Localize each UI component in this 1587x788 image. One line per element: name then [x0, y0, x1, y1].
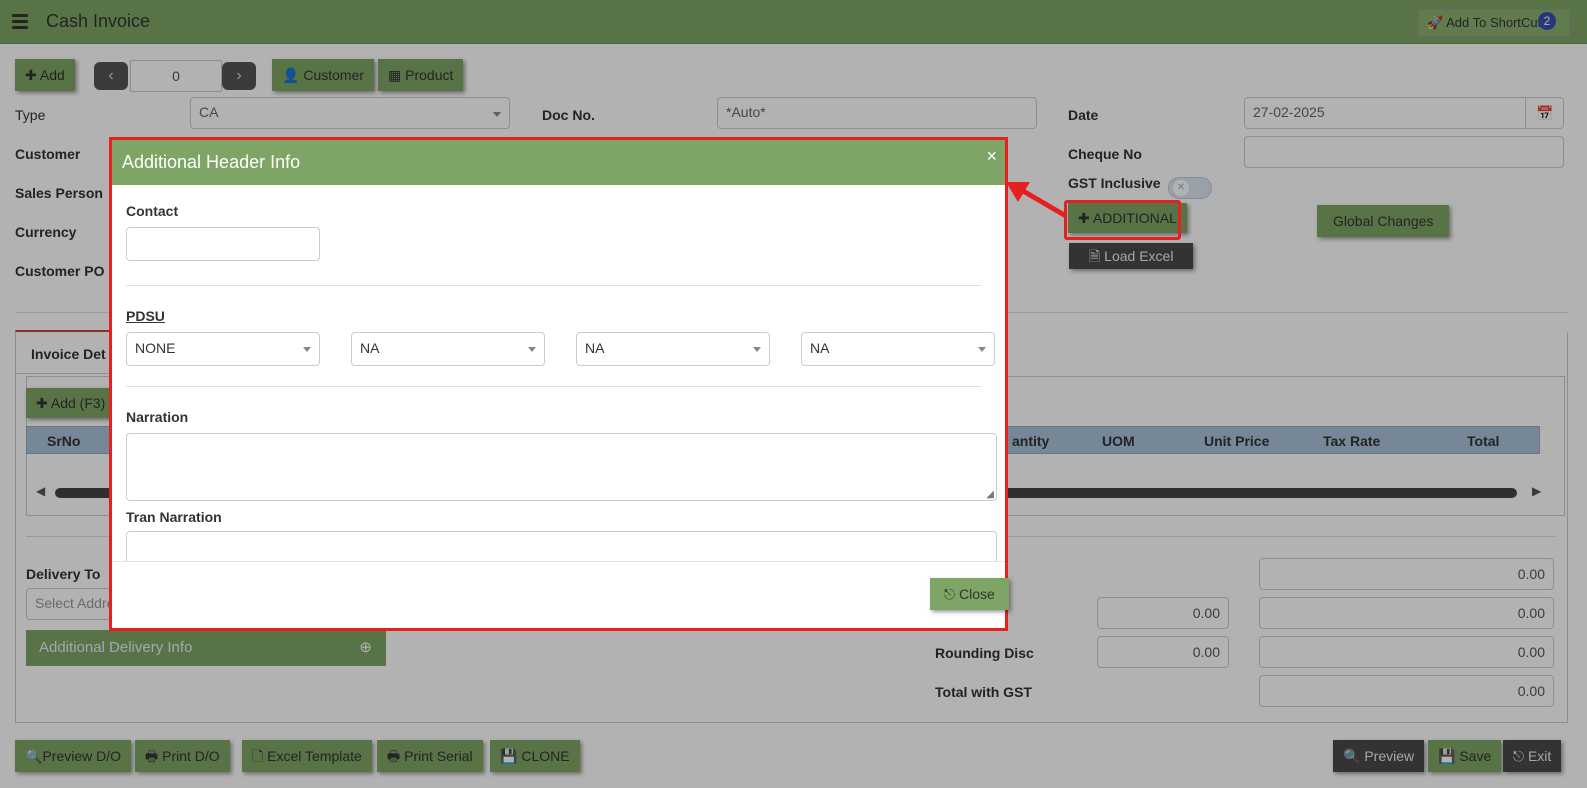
chevron-down-icon [528, 347, 536, 352]
chevron-down-icon [978, 347, 986, 352]
chevron-down-icon [303, 347, 311, 352]
modal-body: Contact PDSU NONE NA NA NA Narration ◢ T… [112, 185, 1005, 561]
pdsu-select-4[interactable]: NA [801, 332, 995, 366]
annotation-arrow-icon [1006, 182, 1068, 219]
close-button[interactable]: ⎋ Close [930, 578, 1009, 610]
close-icon[interactable]: × [986, 146, 997, 167]
sign-out-icon: ⎋ [944, 586, 959, 602]
tran-narration-textarea[interactable] [126, 531, 997, 561]
modal-title: Additional Header Info [122, 152, 301, 172]
narration-textarea[interactable]: ◢ [126, 433, 997, 501]
annotation-highlight [1064, 200, 1181, 240]
contact-input[interactable] [126, 227, 320, 261]
additional-header-info-modal: Additional Header Info × Contact PDSU NO… [109, 137, 1009, 631]
pdsu-select-1[interactable]: NONE [126, 332, 320, 366]
resize-handle-icon[interactable]: ◢ [986, 489, 994, 500]
pdsu-label: PDSU [126, 308, 165, 324]
contact-label: Contact [126, 203, 179, 219]
pdsu-select-3[interactable]: NA [576, 332, 770, 366]
chevron-down-icon [753, 347, 761, 352]
pdsu-select-2[interactable]: NA [351, 332, 545, 366]
narration-label: Narration [126, 409, 189, 425]
modal-header: Additional Header Info × [112, 140, 1005, 185]
tran-narration-label: Tran Narration [126, 509, 222, 525]
divider [126, 386, 981, 387]
divider [126, 285, 981, 286]
modal-footer: ⎋ Close [112, 561, 1009, 628]
